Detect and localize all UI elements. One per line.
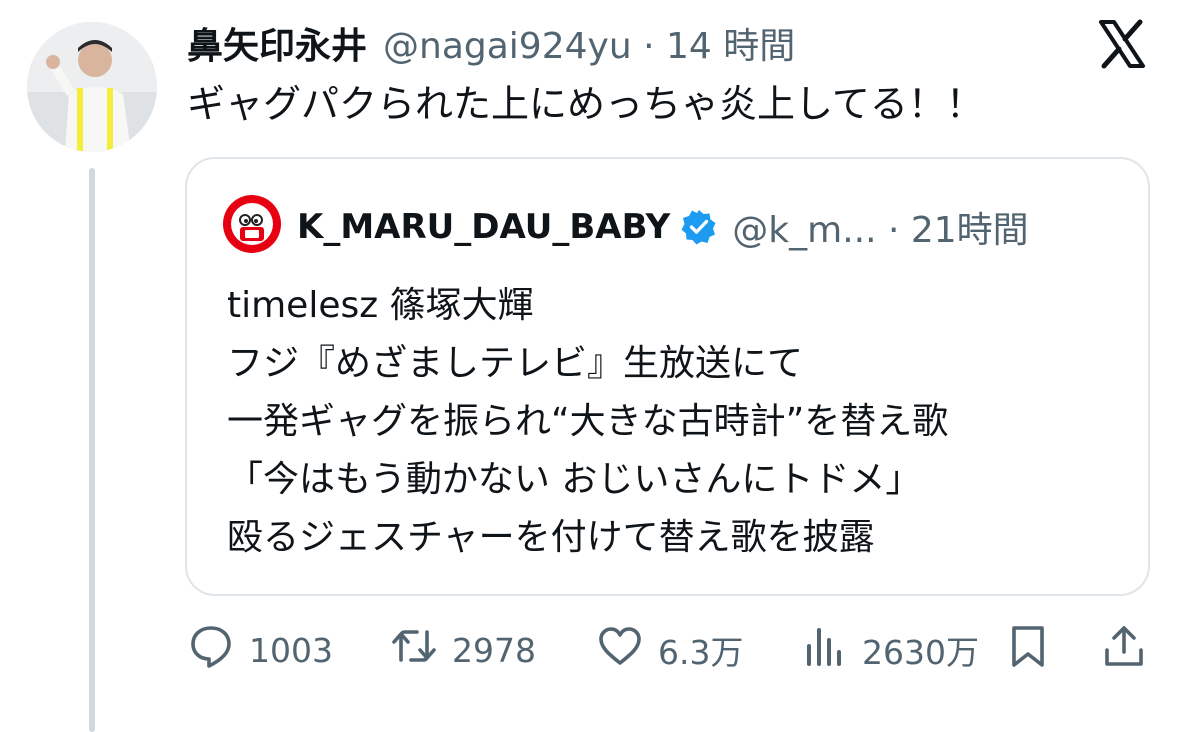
quote-line: timelesz 篠塚大輝 xyxy=(227,285,534,326)
retweet-button[interactable]: 2978 xyxy=(390,620,536,680)
quote-line: 「今はもう動かない おじいさんにトドメ」 xyxy=(227,459,922,500)
author-avatar[interactable] xyxy=(27,22,157,152)
tweet-header: 鼻矢印永井 @nagai924yu · 14 時間 xyxy=(187,18,795,68)
reply-button[interactable]: 1003 xyxy=(187,620,333,680)
quote-avatar[interactable] xyxy=(223,195,281,253)
retweet-count: 2978 xyxy=(452,630,536,670)
share-button[interactable] xyxy=(1100,620,1148,680)
quote-avatar-logo xyxy=(223,195,281,253)
quote-body: timelesz 篠塚大輝 フジ『めざましテレビ』生放送にて 一発ギャグを振られ… xyxy=(227,277,948,567)
retweet-arrows-icon xyxy=(390,622,438,678)
quote-line: 一発ギャグを振られ“大きな古時計”を替え歌 xyxy=(227,401,949,442)
like-button[interactable]: 6.3万 xyxy=(596,620,743,680)
author-display-name[interactable]: 鼻矢印永井 xyxy=(187,17,367,69)
reply-count: 1003 xyxy=(249,630,333,670)
tweet-action-bar: 1003 2978 6.3万 2630万 xyxy=(0,620,1179,680)
bar-chart-icon xyxy=(800,622,848,678)
share-upload-icon xyxy=(1100,622,1148,678)
tweet-text: ギャグパクられた上にめっちゃ炎上してる！！ xyxy=(187,82,984,126)
author-handle-time[interactable]: @nagai924yu · 14 時間 xyxy=(383,17,795,69)
quote-line: フジ『めざましテレビ』生放送にて xyxy=(227,343,804,384)
bookmark-icon xyxy=(1004,622,1052,678)
quote-display-name[interactable]: K_MARU_DAU_BABY xyxy=(297,207,670,247)
views-button[interactable]: 2630万 xyxy=(800,620,979,680)
x-logo-icon xyxy=(1096,18,1148,70)
like-count: 6.3万 xyxy=(658,633,744,672)
views-count: 2630万 xyxy=(862,633,979,672)
quote-handle-time[interactable]: @k_m... · 21時間 xyxy=(732,201,1028,253)
bookmark-button[interactable] xyxy=(1004,620,1052,680)
author-avatar-photo xyxy=(27,22,157,152)
verified-badge-icon xyxy=(680,208,718,246)
quoted-tweet-card[interactable]: K_MARU_DAU_BABY @k_m... · 21時間 timelesz … xyxy=(185,157,1150,596)
heart-icon xyxy=(596,622,644,678)
quote-line: 殴るジェスチャーを付けて替え歌を披露 xyxy=(227,517,875,558)
quote-header: K_MARU_DAU_BABY @k_m... · 21時間 xyxy=(297,203,1029,251)
speech-bubble-icon xyxy=(187,622,235,678)
